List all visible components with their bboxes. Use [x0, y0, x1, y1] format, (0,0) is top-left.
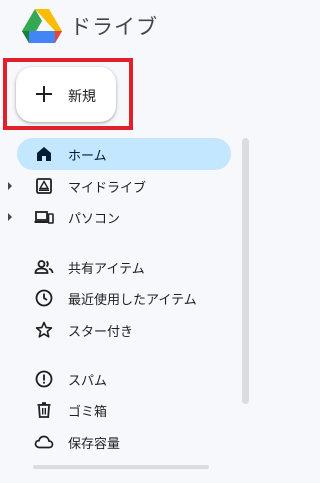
computers-icon [34, 207, 54, 227]
sidebar-scrollbar[interactable] [242, 138, 249, 404]
sidebar-item-label: ホーム [68, 149, 107, 164]
header: ドライブ [0, 0, 251, 52]
sidebar-item-label: パソコン [68, 212, 121, 227]
spam-icon [34, 369, 54, 389]
sidebar-item-shared[interactable]: 共有アイテム [17, 251, 231, 283]
my-drive-icon [34, 176, 54, 196]
sidebar-item-trash[interactable]: ゴミ箱 [17, 394, 231, 426]
star-icon [34, 320, 54, 340]
cloud-icon [34, 432, 54, 452]
new-button[interactable]: 新規 [16, 67, 116, 122]
sidebar-item-starred[interactable]: スター付き [17, 314, 231, 346]
sidebar-item-recent[interactable]: 最近使用したアイテム [17, 282, 231, 314]
drive-logo-icon[interactable] [22, 9, 62, 43]
shared-icon [34, 257, 54, 277]
sidebar-item-label: ゴミ箱 [68, 405, 108, 420]
expand-arrow-icon[interactable] [8, 213, 12, 221]
sidebar-item-spam[interactable]: スパム [17, 363, 231, 395]
plus-icon [34, 84, 54, 104]
sidebar-item-label: マイドライブ [68, 181, 147, 196]
new-button-label: 新規 [68, 89, 96, 105]
sidebar-item-label: 最近使用したアイテム [68, 293, 197, 308]
sidebar-item-my-drive[interactable]: マイドライブ [8, 170, 231, 202]
sidebar-item-computers[interactable]: パソコン [8, 201, 231, 233]
trash-icon [34, 400, 54, 420]
sidebar-item-storage[interactable]: 保存容量 [17, 426, 231, 458]
sidebar-item-label: 保存容量 [68, 437, 121, 452]
sidebar-item-label: 共有アイテム [68, 262, 145, 277]
sidebar-item-label: スター付き [68, 325, 134, 340]
sidebar-item-label: スパム [68, 374, 108, 389]
storage-divider [33, 465, 209, 469]
sidebar-item-home[interactable]: ホーム [17, 138, 231, 170]
expand-arrow-icon[interactable] [8, 182, 12, 190]
recent-icon [34, 288, 54, 308]
home-icon [34, 144, 54, 164]
app-title: ドライブ [70, 15, 158, 39]
